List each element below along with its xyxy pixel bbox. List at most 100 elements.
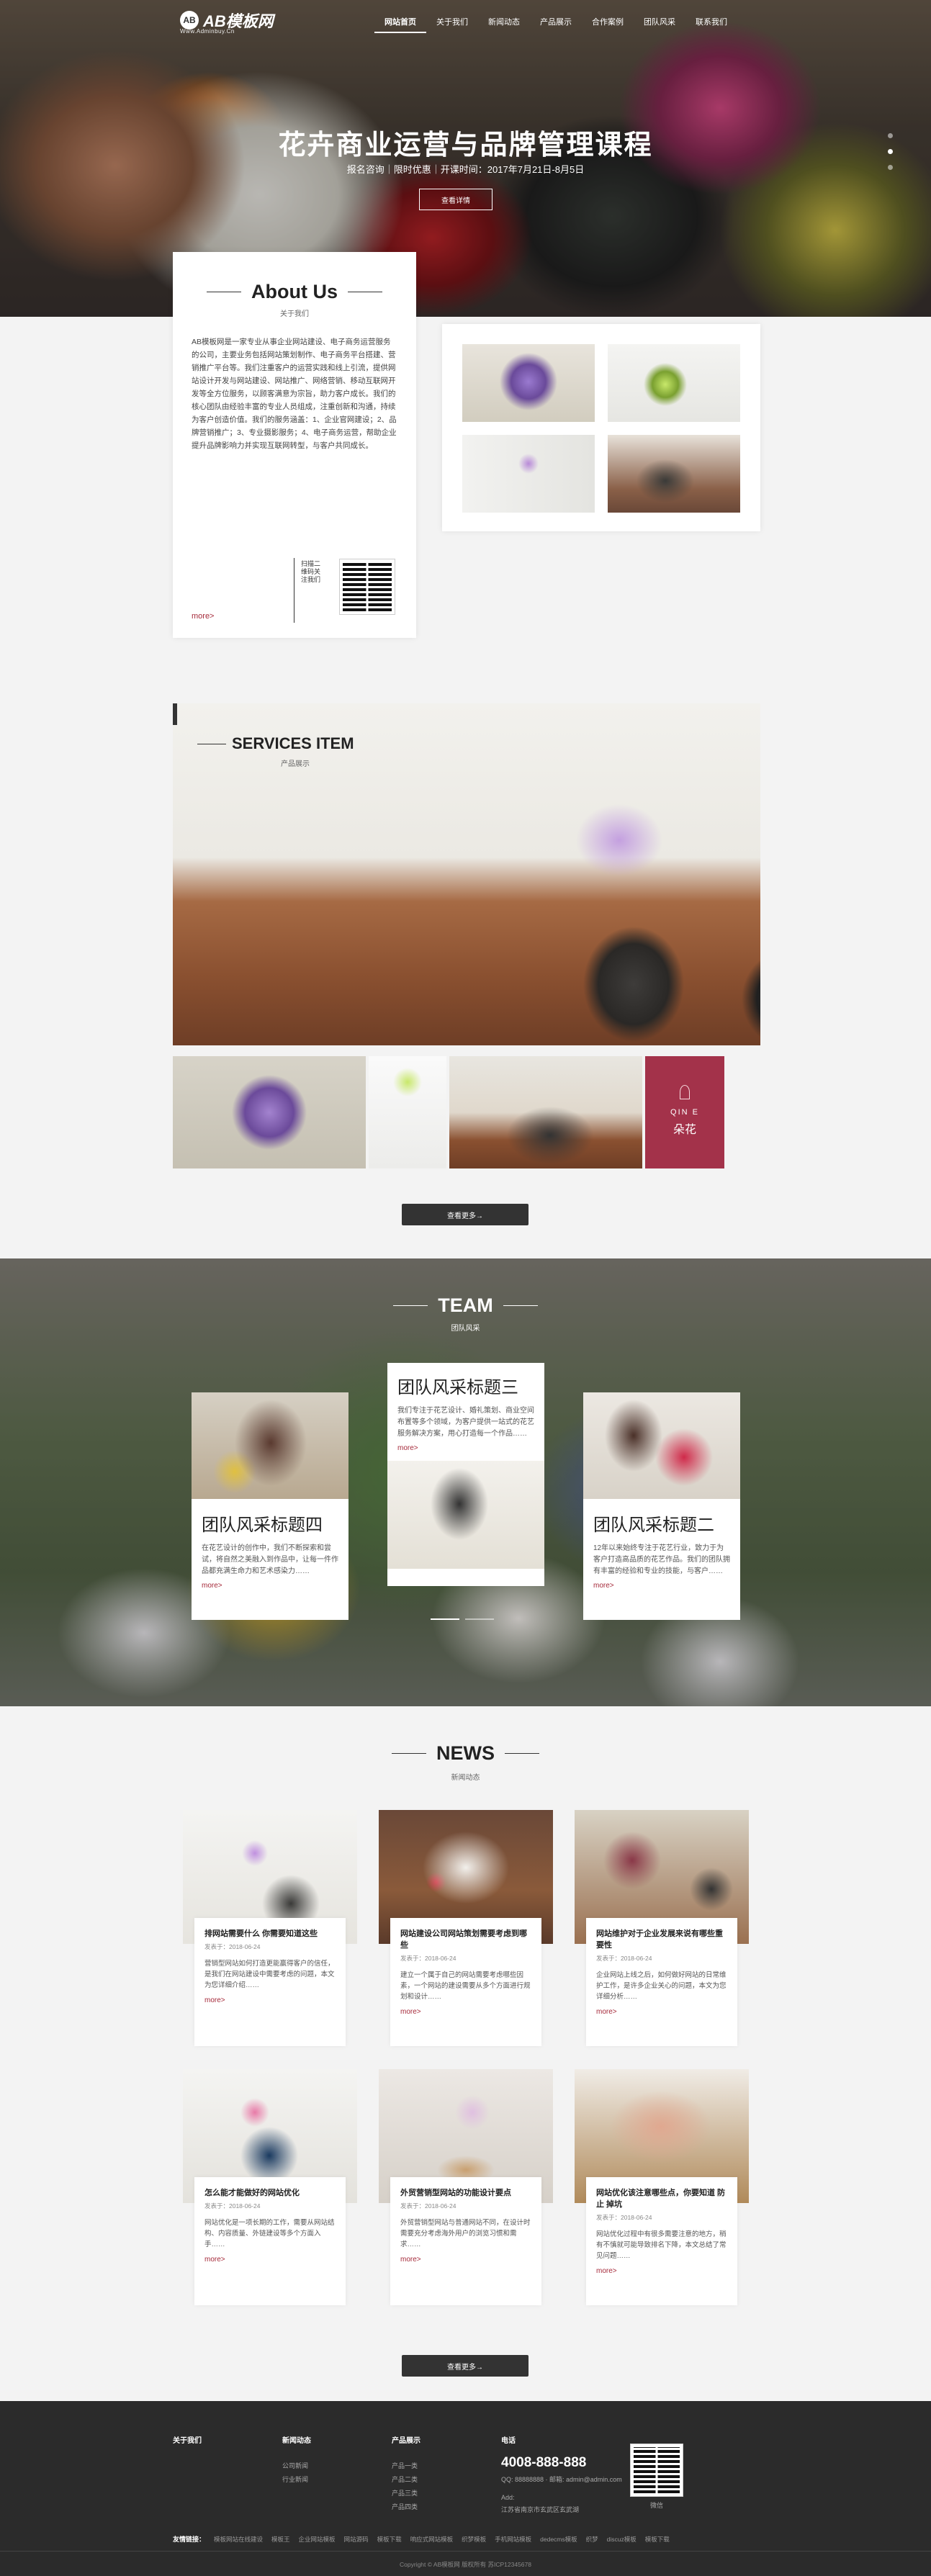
team-title: TEAM (438, 1294, 493, 1316)
news-more-link[interactable]: more> (596, 2267, 727, 2275)
news-card[interactable]: 网站建设公司网站策划需要考虑到哪些 发表于：2018-06-24 建立一个属于自… (379, 1810, 553, 2046)
nav-item-team[interactable]: 团队风采 (634, 16, 685, 33)
news-card[interactable]: 网站优化该注意哪些点，你要知道 防止 掉坑 发表于：2018-06-24 网站优… (575, 2069, 749, 2305)
news-card-body: 网站优化该注意哪些点，你要知道 防止 掉坑 发表于：2018-06-24 网站优… (586, 2177, 737, 2305)
logo-subtitle: Www.Adminbuy.Cn (180, 28, 235, 35)
news-more-link[interactable]: more> (596, 2008, 727, 2016)
nav-item-contact[interactable]: 联系我们 (685, 16, 737, 33)
news-title-link[interactable]: 外贸营销型网站的功能设计要点 (400, 2187, 531, 2199)
friend-link[interactable]: 织梦 (586, 2535, 598, 2544)
news-more-link[interactable]: more> (204, 2256, 336, 2264)
page: AB AB模板网 Www.Adminbuy.Cn 网站首页 关于我们 新闻动态 … (0, 0, 931, 2576)
footer-link[interactable]: 产品二类 (392, 2474, 420, 2484)
news-excerpt: 营销型网站如何打造更能赢得客户的信任，是我们在网站建设中需要考虑的问题，本文为您… (204, 1960, 335, 1989)
gallery-image[interactable] (462, 435, 595, 513)
footer-divider (0, 2551, 931, 2552)
hero-detail-button[interactable]: 查看详情 (419, 189, 493, 210)
about-gallery (442, 324, 760, 531)
about-more-link[interactable]: more> (192, 612, 215, 621)
hero-pagination (888, 133, 893, 170)
friend-link[interactable]: 织梦模板 (462, 2535, 486, 2544)
news-card[interactable]: 网站维护对于企业发展来说有哪些重要性 发表于：2018-06-24 企业网站上线… (575, 1810, 749, 2046)
news-heading: NEWS (0, 1742, 931, 1765)
news-more-link[interactable]: more> (400, 2256, 531, 2264)
news-card[interactable]: 外贸营销型网站的功能设计要点 发表于：2018-06-24 外贸营销型网站与普通… (379, 2069, 553, 2305)
team-dot-active[interactable] (431, 1618, 459, 1620)
news-card[interactable]: 怎么能才能做好的网站优化 发表于：2018-06-24 网站优化是一项长期的工作… (183, 2069, 357, 2305)
copyright: Copyright © AB模板网 版权所有 苏ICP12345678 (400, 2561, 531, 2568)
team-card-more[interactable]: more> (583, 1577, 740, 1590)
hero-dot-active[interactable] (888, 149, 893, 154)
nav-item-cases[interactable]: 合作案例 (582, 16, 634, 33)
friend-link[interactable]: 模板下载 (645, 2535, 670, 2544)
news-excerpt: 网站优化过程中有很多需要注意的地方，稍有不慎就可能导致排名下降，本文总结了常见问… (596, 2230, 727, 2260)
friend-link[interactable]: 企业网站模板 (299, 2535, 336, 2544)
news-more-button[interactable]: 查看更多→ (402, 2355, 529, 2377)
team-card-featured[interactable]: 团队风采标题三 我们专注于花艺设计、婚礼策划、商业空间布置等多个领域，为客户提供… (387, 1363, 544, 1586)
friend-link[interactable]: 手机网站模板 (495, 2535, 531, 2544)
nav-item-about[interactable]: 关于我们 (426, 16, 478, 33)
hero-dot[interactable] (888, 165, 893, 170)
team-photo (192, 1392, 348, 1499)
news-title-link[interactable]: 网站建设公司网站策划需要考虑到哪些 (400, 1928, 531, 1951)
footer-col-title[interactable]: 产品展示 (392, 2434, 420, 2445)
service-thumbnail[interactable] (173, 1056, 366, 1168)
news-card[interactable]: 排网站需要什么 你需要知道这些 发表于：2018-06-24 营销型网站如何打造… (183, 1810, 357, 2046)
team-card-more[interactable]: more> (192, 1577, 348, 1590)
footer-link[interactable]: 产品一类 (392, 2461, 420, 2470)
news-title-link[interactable]: 怎么能才能做好的网站优化 (204, 2187, 336, 2199)
team-photo (387, 1461, 544, 1569)
wechat-qr-icon (630, 2444, 683, 2497)
news-card-body: 网站建设公司网站策划需要考虑到哪些 发表于：2018-06-24 建立一个属于自… (390, 1918, 541, 2046)
friend-link[interactable]: 模板网站在线建设 (214, 2535, 263, 2544)
news-more-link[interactable]: more> (204, 1996, 336, 2004)
nav-item-news[interactable]: 新闻动态 (478, 16, 530, 33)
friend-link[interactable]: 网站源码 (344, 2535, 369, 2544)
about-title: About Us (251, 281, 338, 302)
gallery-image[interactable] (462, 344, 595, 422)
team-dot[interactable] (465, 1618, 494, 1620)
gallery-image[interactable] (608, 344, 740, 422)
footer-link[interactable]: 产品四类 (392, 2502, 420, 2511)
footer-col-title[interactable]: 新闻动态 (282, 2434, 311, 2445)
team-card[interactable]: 团队风采标题四 在花艺设计的创作中，我们不断探索和尝试，将自然之美融入到作品中，… (192, 1392, 348, 1620)
gallery-image[interactable] (608, 435, 740, 513)
news-excerpt: 建立一个属于自己的网站需要考虑哪些因素，一个网站的建设需要从多个方面进行规划和设… (400, 1971, 531, 2001)
about-heading: About Us (173, 281, 416, 303)
brand-en: QIN E (670, 1108, 699, 1117)
news-title-link[interactable]: 排网站需要什么 你需要知道这些 (204, 1928, 336, 1940)
footer-contact: 电话 4008-888-888 QQ: 88888888 · 邮箱: admin… (501, 2434, 622, 2514)
team-card[interactable]: 团队风采标题二 12年以来始终专注于花艺行业，致力于为客户打造高品质的花艺作品。… (583, 1392, 740, 1620)
friend-link[interactable]: dedecms模板 (540, 2535, 577, 2544)
friend-link[interactable]: discuz模板 (607, 2535, 637, 2544)
friend-link[interactable]: 响应式网站模板 (410, 2535, 454, 2544)
news-more-link[interactable]: more> (400, 2008, 531, 2016)
contact-line: 江苏省南京市玄武区玄武湖 (501, 2506, 580, 2513)
footer-col-title[interactable]: 关于我们 (173, 2434, 202, 2445)
hero-dot[interactable] (888, 133, 893, 138)
nav-item-products[interactable]: 产品展示 (530, 16, 582, 33)
team-card-title: 团队风采标题二 (593, 1516, 714, 1535)
service-thumbnail[interactable] (449, 1056, 642, 1168)
footer-link[interactable]: 产品三类 (392, 2488, 420, 2498)
team-photo (583, 1392, 740, 1499)
news-title: NEWS (436, 1742, 495, 1764)
news-card-body: 网站维护对于企业发展来说有哪些重要性 发表于：2018-06-24 企业网站上线… (586, 1918, 737, 2046)
service-brand-tile[interactable]: QIN E 朵花 (645, 1056, 724, 1168)
footer-link[interactable]: 行业新闻 (282, 2474, 311, 2484)
news-title-link[interactable]: 网站维护对于企业发展来说有哪些重要性 (596, 1928, 727, 1951)
friend-link[interactable]: 模板下载 (377, 2535, 402, 2544)
news-date: 发表于：2018-06-24 (400, 2202, 456, 2210)
team-card-text: 12年以来始终专注于花艺行业，致力于为客户打造高品质的花艺作品。我们的团队拥有丰… (593, 1544, 730, 1575)
services-more-button[interactable]: 查看更多→ (402, 1204, 529, 1225)
flower-icon (680, 1085, 690, 1099)
footer-link[interactable]: 公司新闻 (282, 2461, 311, 2470)
team-card-more[interactable]: more> (387, 1440, 544, 1452)
service-thumbnail[interactable] (369, 1056, 446, 1168)
team-card-text: 在花艺设计的创作中，我们不断探索和尝试，将自然之美融入到作品中，让每一件作品都充… (202, 1544, 338, 1575)
news-title-link[interactable]: 网站优化该注意哪些点，你要知道 防止 掉坑 (596, 2187, 727, 2210)
nav-item-home[interactable]: 网站首页 (374, 16, 426, 33)
services-main-image[interactable] (173, 703, 760, 1045)
friend-link[interactable]: 模板王 (271, 2535, 290, 2544)
team-card-title: 团队风采标题四 (202, 1516, 323, 1535)
